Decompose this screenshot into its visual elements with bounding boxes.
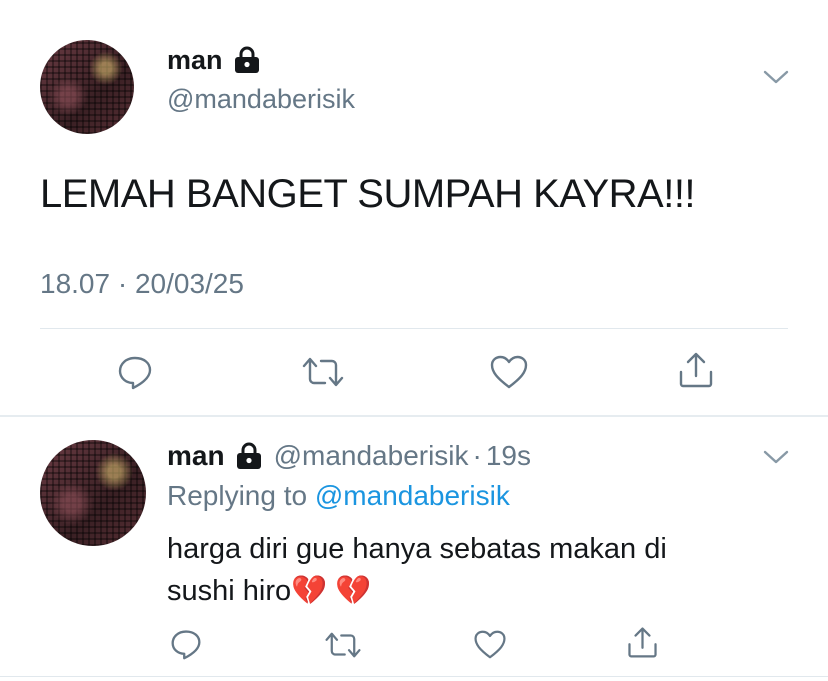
avatar[interactable]: [40, 40, 134, 134]
replying-to-line: Replying to @mandaberisik: [167, 480, 510, 512]
reply-icon[interactable]: [170, 628, 202, 660]
author-handle[interactable]: @mandaberisik: [274, 440, 469, 472]
divider: [40, 328, 788, 329]
replying-to-label: Replying to: [167, 480, 315, 511]
reply-author-row: man @mandaberisik · 19s: [167, 438, 531, 474]
author-row: man: [167, 42, 262, 78]
lock-icon: [234, 442, 264, 470]
divider: [0, 676, 828, 677]
separator-dot: ·: [472, 440, 482, 471]
share-icon[interactable]: [626, 625, 659, 660]
author-name[interactable]: man: [167, 45, 223, 76]
reply-text-line2: sushi hiro💔 💔: [167, 575, 372, 607]
retweet-icon[interactable]: [324, 630, 362, 660]
share-icon[interactable]: [677, 350, 715, 390]
section-divider: [0, 415, 828, 417]
author-handle[interactable]: @mandaberisik: [167, 84, 355, 115]
heart-icon[interactable]: [489, 354, 529, 390]
heart-icon[interactable]: [473, 629, 507, 660]
reply-time[interactable]: 19s: [486, 440, 531, 472]
lock-icon: [232, 46, 262, 74]
chevron-down-icon[interactable]: [763, 68, 789, 86]
avatar[interactable]: [40, 440, 146, 546]
replying-to-handle[interactable]: @mandaberisik: [315, 480, 510, 511]
tweet-timestamp[interactable]: 18.07 · 20/03/25: [40, 268, 244, 300]
reply-text-line1: harga diri gue hanya sebatas makan di: [167, 533, 667, 565]
chevron-down-icon[interactable]: [763, 448, 789, 466]
author-name[interactable]: man: [167, 440, 225, 472]
tweet-text: LEMAH BANGET SUMPAH KAYRA!!!: [40, 172, 696, 216]
retweet-icon[interactable]: [301, 355, 345, 389]
reply-icon[interactable]: [117, 354, 153, 390]
